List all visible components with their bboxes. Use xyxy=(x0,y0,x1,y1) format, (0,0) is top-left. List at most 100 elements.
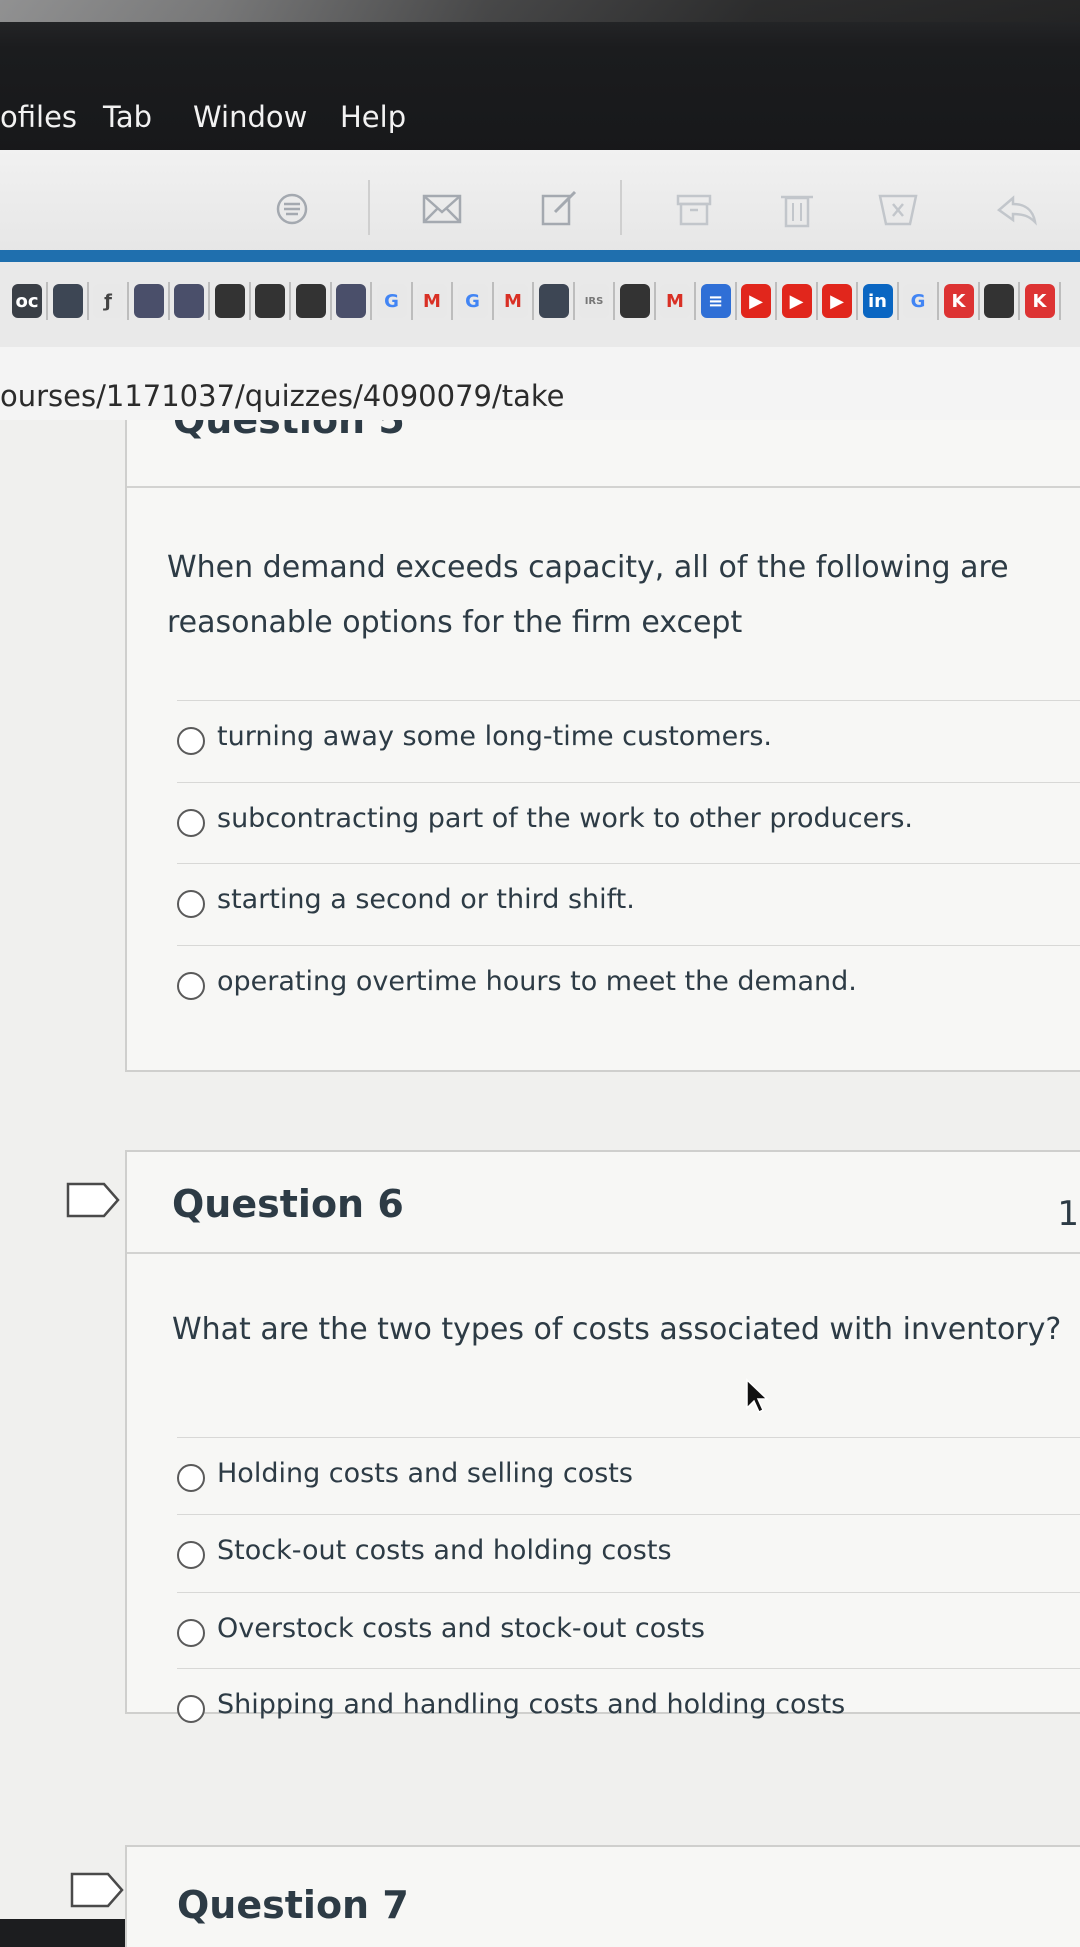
bookmark-seal-icon[interactable] xyxy=(133,284,164,318)
bookmark-google-icon[interactable]: G xyxy=(457,284,488,318)
menu-window[interactable]: Window xyxy=(193,100,307,134)
answer-label: Stock-out costs and holding costs xyxy=(217,1535,672,1566)
bookmark-divider xyxy=(46,282,48,320)
mouse-cursor-icon xyxy=(746,1378,769,1414)
bookmark-flag-icon[interactable] xyxy=(538,284,569,318)
bookmark-youtube-icon[interactable]: ▶ xyxy=(781,284,812,318)
toolbar-divider xyxy=(620,180,622,235)
question-6-text: What are the two types of costs associat… xyxy=(172,1312,1062,1347)
bookmark-gmail-icon[interactable]: M xyxy=(417,284,447,318)
bookmark-divider xyxy=(329,282,332,320)
bookmark-divider xyxy=(410,282,413,320)
answer-option[interactable]: turning away some long-time customers. xyxy=(177,700,1080,781)
archive-icon[interactable] xyxy=(672,190,716,228)
bookmark-google-icon[interactable]: G xyxy=(376,284,407,318)
menu-profiles[interactable]: ofiles xyxy=(0,100,77,134)
answer-label: Overstock costs and stock-out costs xyxy=(217,1613,706,1644)
menu-tab[interactable]: Tab xyxy=(103,100,152,134)
bookmark-divider xyxy=(289,282,291,320)
bookmark-gmail-icon[interactable]: M xyxy=(660,284,690,318)
menu-help[interactable]: Help xyxy=(340,100,406,134)
trash-icon[interactable] xyxy=(775,190,819,228)
bookmark-google-icon[interactable]: G xyxy=(903,284,933,318)
bookmark-gmail-icon[interactable]: M xyxy=(498,284,528,318)
radio-button[interactable] xyxy=(177,809,205,837)
bookmark-divider xyxy=(167,282,170,320)
radio-button[interactable] xyxy=(177,972,205,1000)
answer-label: Holding costs and selling costs xyxy=(217,1458,633,1489)
bookmark-youtube-icon[interactable]: ▶ xyxy=(741,284,771,318)
answer-option[interactable]: starting a second or third shift. xyxy=(177,863,1080,944)
radio-button[interactable] xyxy=(177,890,205,918)
bookmark-divider xyxy=(86,282,89,320)
bookmark-fancy-f-icon[interactable]: ƒ xyxy=(93,284,123,318)
answer-label: subcontracting part of the work to other… xyxy=(217,803,913,834)
radio-button[interactable] xyxy=(177,1619,205,1647)
bookmark-divider xyxy=(127,282,129,320)
junk-icon[interactable] xyxy=(876,190,920,228)
bookmark-divider xyxy=(572,282,575,320)
question-6-header: Question 6 1 xyxy=(127,1152,1080,1254)
bookmark-doc-icon[interactable]: ≡ xyxy=(700,284,731,318)
bookmark-circle-icon[interactable] xyxy=(295,284,326,318)
bookmark-k-icon[interactable]: K xyxy=(943,284,974,318)
bookmark-divider xyxy=(896,282,899,320)
bookmark-divider xyxy=(370,282,372,320)
question-7-title: Question 7 xyxy=(177,1883,409,1927)
window-edge xyxy=(0,0,1080,22)
bookmark-divider xyxy=(856,282,858,320)
answer-option[interactable]: Stock-out costs and holding costs xyxy=(177,1514,1080,1595)
answer-option[interactable]: Holding costs and selling costs xyxy=(177,1437,1080,1518)
bookmark-k-icon[interactable]: K xyxy=(1024,284,1055,318)
bookmark-divider xyxy=(734,282,737,320)
bookmark-circle-icon[interactable] xyxy=(619,284,650,318)
bookmark-youtube-icon[interactable]: ▶ xyxy=(822,284,852,318)
answer-label: Shipping and handling costs and holding … xyxy=(217,1689,846,1720)
bookmark-divider xyxy=(532,282,534,320)
answer-option[interactable]: Shipping and handling costs and holding … xyxy=(177,1668,1080,1749)
bookmark-oc-icon[interactable]: oc xyxy=(12,284,42,318)
bookmark-divider xyxy=(1018,282,1020,320)
answer-label: starting a second or third shift. xyxy=(217,884,635,915)
bookmark-divider xyxy=(694,282,696,320)
bookmark-divider xyxy=(208,282,210,320)
question-6-points: 1 xyxy=(1057,1194,1079,1234)
mail-icon[interactable] xyxy=(420,190,464,228)
flag-question-7-icon[interactable] xyxy=(70,1872,124,1908)
list-icon[interactable] xyxy=(270,190,314,228)
menu-bar: ofiles Tab Window Help xyxy=(0,0,1080,160)
flag-question-6-icon[interactable] xyxy=(66,1182,120,1218)
answer-option[interactable]: Overstock costs and stock-out costs xyxy=(177,1592,1080,1673)
bookmark-irs-icon[interactable]: IRS xyxy=(579,284,609,318)
bookmark-circle-icon[interactable] xyxy=(984,284,1014,318)
reply-icon[interactable] xyxy=(995,190,1039,228)
bookmark-circle-icon[interactable] xyxy=(214,284,245,318)
radio-button[interactable] xyxy=(177,1541,205,1569)
answer-option[interactable]: operating overtime hours to meet the dem… xyxy=(177,945,1080,1026)
url-text[interactable]: ourses/1171037/quizzes/4090079/take xyxy=(0,379,564,413)
compose-icon[interactable] xyxy=(537,190,581,228)
bookmark-seal-icon[interactable] xyxy=(174,284,204,318)
bookmark-divider xyxy=(653,282,656,320)
question-5-text: When demand exceeds capacity, all of the… xyxy=(167,540,1047,650)
radio-button[interactable] xyxy=(177,1695,205,1723)
question-5-header: Question 5 xyxy=(127,420,1080,488)
question-7-card: Question 7 xyxy=(125,1845,1080,1947)
question-6-card: Question 6 1 What are the two types of c… xyxy=(125,1150,1080,1723)
bookmark-divider xyxy=(1058,282,1061,320)
question-5-card: Question 5 When demand exceeds capacity,… xyxy=(125,420,1080,1072)
bookmark-linkedin-icon[interactable]: in xyxy=(862,284,893,318)
bookmark-circle-icon[interactable] xyxy=(255,284,285,318)
address-bar[interactable]: ourses/1171037/quizzes/4090079/take xyxy=(0,347,1080,421)
toolbar-accent-line xyxy=(0,250,1080,262)
bookmark-divider xyxy=(491,282,494,320)
question-5-text-line-1: When demand exceeds capacity, all of the… xyxy=(167,550,1009,585)
bookmark-seal-icon[interactable] xyxy=(336,284,366,318)
bookmark-divider xyxy=(815,282,818,320)
bookmark-divider xyxy=(977,282,980,320)
radio-button[interactable] xyxy=(177,727,205,755)
bookmark-flag-icon[interactable] xyxy=(52,284,83,318)
bookmark-divider xyxy=(613,282,615,320)
radio-button[interactable] xyxy=(177,1464,205,1492)
answer-option[interactable]: subcontracting part of the work to other… xyxy=(177,782,1080,863)
